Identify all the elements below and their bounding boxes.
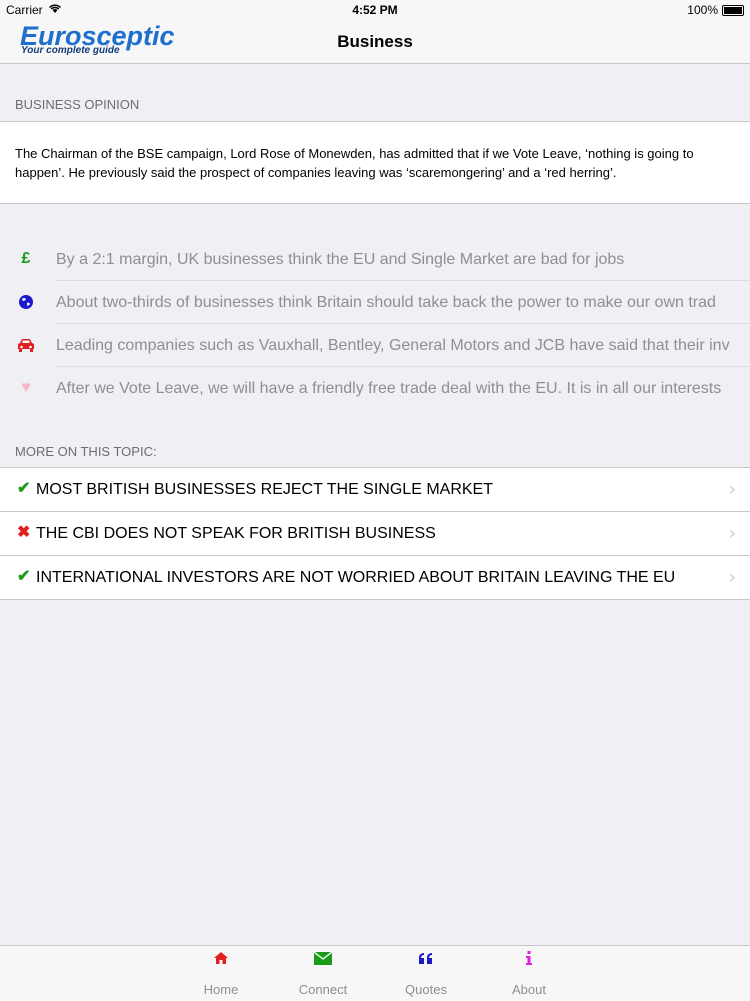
navigation-bar: Eurosceptic Your complete guide Business [0, 20, 750, 64]
tab-about[interactable]: About [489, 946, 569, 1001]
car-icon [16, 335, 36, 355]
topic-row[interactable]: ✖ THE CBI DOES NOT SPEAK FOR BRITISH BUS… [0, 511, 750, 555]
home-icon [181, 950, 261, 970]
topic-row[interactable]: ✔ INTERNATIONAL INVESTORS ARE NOT WORRIE… [0, 555, 750, 599]
fact-text: By a 2:1 margin, UK businesses think the… [56, 251, 625, 268]
tab-label: Connect [298, 982, 348, 997]
tab-label: About [512, 982, 546, 997]
chevron-right-icon: › [728, 567, 736, 588]
globe-icon [16, 292, 36, 312]
topic-title: THE CBI DOES NOT SPEAK FOR BRITISH BUSIN… [36, 525, 436, 542]
cross-icon: ✖ [17, 524, 31, 541]
opinion-section-header: BUSINESS OPINION [15, 97, 140, 112]
tab-home[interactable]: Home [181, 946, 261, 1001]
fact-text: After we Vote Leave, we will have a frie… [56, 380, 722, 397]
fact-item: £ By a 2:1 margin, UK businesses think t… [0, 238, 750, 281]
more-section-header: MORE ON THIS TOPIC: [15, 444, 157, 459]
info-icon [489, 950, 569, 970]
fact-text: About two-thirds of businesses think Bri… [56, 294, 716, 311]
battery-icon [722, 5, 744, 16]
opinion-text: The Chairman of the BSE campaign, Lord R… [15, 146, 694, 180]
fact-item: About two-thirds of businesses think Bri… [0, 281, 750, 324]
check-icon: ✔ [17, 480, 31, 497]
heart-icon: ♥ [21, 379, 31, 396]
topic-row[interactable]: ✔ MOST BRITISH BUSINESSES REJECT THE SIN… [0, 468, 750, 511]
opinion-card: The Chairman of the BSE campaign, Lord R… [0, 121, 750, 204]
topic-list: ✔ MOST BRITISH BUSINESSES REJECT THE SIN… [0, 467, 750, 600]
tab-bar: Home Connect Quotes About [0, 945, 750, 1001]
chevron-right-icon: › [728, 479, 736, 500]
tab-label: Quotes [405, 982, 447, 997]
envelope-icon [283, 950, 363, 970]
fact-item: ♥ After we Vote Leave, we will have a fr… [0, 367, 750, 410]
check-icon: ✔ [17, 568, 31, 585]
fact-text: Leading companies such as Vauxhall, Bent… [56, 337, 730, 354]
status-time: 4:52 PM [352, 3, 398, 17]
status-bar: Carrier 4:52 PM 100% [0, 0, 750, 20]
tab-quotes[interactable]: Quotes [386, 946, 466, 1001]
quote-icon [386, 950, 466, 970]
tab-label: Home [203, 982, 239, 997]
tab-connect[interactable]: Connect [283, 946, 363, 1001]
topic-title: INTERNATIONAL INVESTORS ARE NOT WORRIED … [36, 569, 676, 586]
battery-percent: 100% [687, 3, 718, 17]
fact-item: Leading companies such as Vauxhall, Bent… [0, 324, 750, 367]
chevron-right-icon: › [728, 523, 736, 544]
page-title: Business [337, 32, 413, 51]
topic-title: MOST BRITISH BUSINESSES REJECT THE SINGL… [36, 481, 493, 498]
pound-icon: £ [21, 250, 31, 267]
